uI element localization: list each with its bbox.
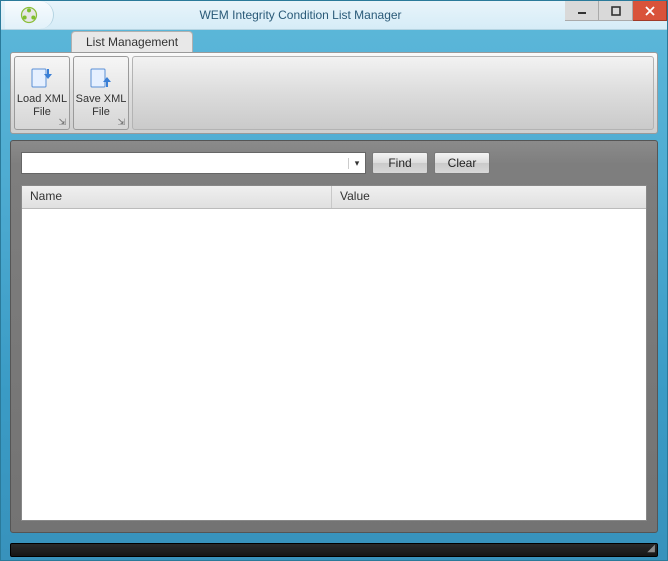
maximize-button[interactable]	[599, 1, 633, 21]
dialog-launcher-icon: ⇲	[117, 117, 125, 127]
grid-header: Name Value	[22, 186, 646, 209]
column-header-value[interactable]: Value	[332, 186, 646, 208]
load-xml-button[interactable]: Load XML File ⇲	[14, 56, 70, 130]
status-bar: ◢	[10, 543, 658, 557]
title-bar: WEM Integrity Condition List Manager	[1, 1, 667, 30]
minimize-button[interactable]	[565, 1, 599, 21]
find-button[interactable]: Find	[372, 152, 428, 174]
load-xml-label: Load XML File	[17, 93, 67, 118]
close-icon	[645, 6, 655, 16]
results-grid: Name Value	[21, 185, 647, 521]
app-menu-button[interactable]	[5, 1, 54, 29]
search-combo[interactable]: ▾	[21, 152, 366, 174]
tab-list-management[interactable]: List Management	[71, 31, 193, 52]
close-button[interactable]	[633, 1, 667, 21]
column-header-name[interactable]: Name	[22, 186, 332, 208]
ribbon-tab-strip: List Management	[1, 30, 667, 52]
app-icon	[19, 5, 39, 25]
search-input[interactable]	[22, 154, 348, 172]
save-file-icon	[88, 67, 114, 89]
save-xml-label: Save XML File	[76, 93, 127, 118]
minimize-icon	[577, 6, 587, 16]
search-row: ▾ Find Clear	[21, 151, 647, 175]
window-frame: WEM Integrity Condition List Manager Lis…	[0, 0, 668, 561]
ribbon-panel: Load XML File ⇲ Save XML File ⇲	[10, 52, 658, 134]
ribbon-filler	[132, 56, 654, 130]
dialog-launcher-icon: ⇲	[58, 117, 66, 127]
load-file-icon	[29, 67, 55, 89]
resize-grip[interactable]: ◢	[643, 543, 655, 555]
window-controls	[565, 1, 667, 21]
chevron-down-icon[interactable]: ▾	[348, 158, 365, 169]
maximize-icon	[611, 6, 621, 16]
grid-body[interactable]	[22, 209, 646, 520]
save-xml-button[interactable]: Save XML File ⇲	[73, 56, 129, 130]
clear-button[interactable]: Clear	[434, 152, 490, 174]
content-panel: ▾ Find Clear Name Value	[10, 140, 658, 533]
